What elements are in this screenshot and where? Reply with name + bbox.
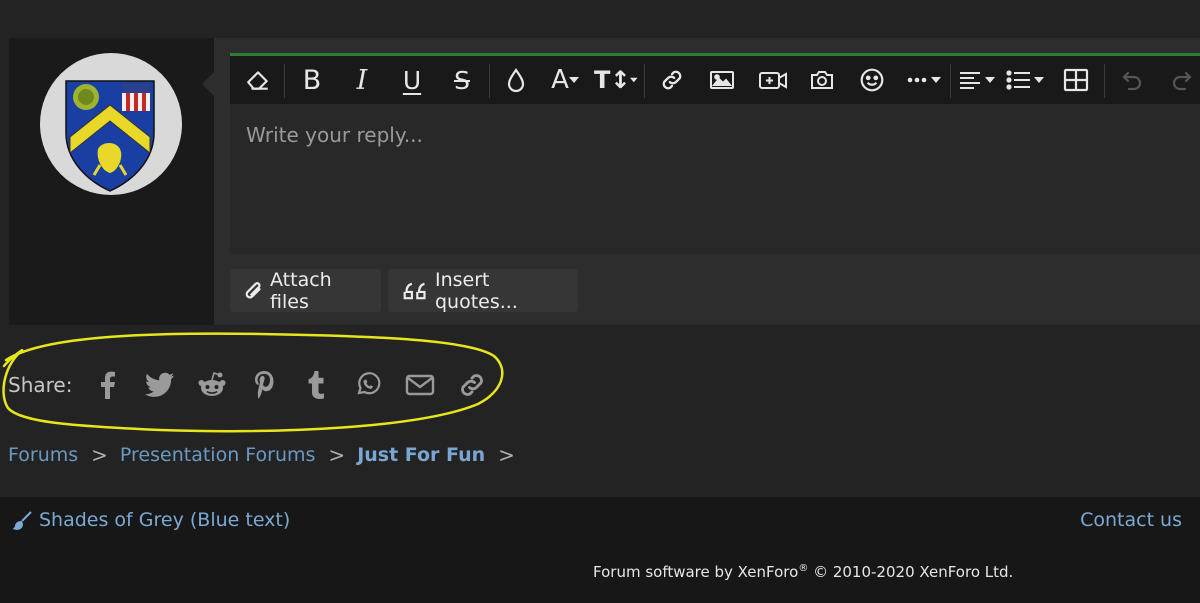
reddit-icon[interactable] — [186, 366, 238, 404]
attach-files-button[interactable]: Attach files — [230, 268, 381, 313]
pinterest-icon[interactable] — [238, 366, 290, 404]
underline-button[interactable]: U — [392, 56, 432, 104]
italic-label: I — [356, 64, 368, 96]
camera-icon[interactable] — [804, 56, 840, 104]
table-icon[interactable] — [1058, 56, 1094, 104]
contact-us-link[interactable]: Contact us — [1080, 509, 1182, 531]
toolbar-separator — [284, 64, 285, 98]
breadcrumb-item-presentation-forums[interactable]: Presentation Forums — [120, 444, 316, 466]
message-main: B I U S A T↕ Write your reply... Attach … — [214, 38, 1200, 325]
eraser-icon[interactable] — [240, 56, 276, 104]
font-size-icon: T↕ — [594, 66, 631, 94]
reply-textarea[interactable] — [230, 104, 1200, 254]
bold-label: B — [302, 64, 322, 96]
toolbar-separator — [644, 64, 645, 98]
toolbar-separator — [950, 64, 951, 98]
italic-button[interactable]: I — [342, 56, 382, 104]
list-icon[interactable] — [1004, 56, 1048, 104]
page-footer: Shades of Grey (Blue text) Contact us Fo… — [0, 497, 1200, 603]
insert-quotes-button[interactable]: Insert quotes... — [388, 268, 578, 313]
font-family-button[interactable]: A — [543, 56, 587, 104]
twitter-icon[interactable] — [134, 366, 186, 404]
breadcrumb-item-forums[interactable]: Forums — [8, 444, 78, 466]
underline-label: U — [402, 65, 422, 95]
top-band — [0, 0, 1200, 38]
strikethrough-button[interactable]: S — [442, 56, 482, 104]
chevron-down-icon — [630, 77, 638, 83]
share-bar: Share: — [8, 366, 498, 404]
copyright-suffix: © 2010-2020 XenForo Ltd. — [808, 563, 1014, 581]
toolbar-separator — [1104, 64, 1105, 98]
breadcrumb: Forums > Presentation Forums > Just For … — [8, 440, 527, 470]
breadcrumb-item-just-for-fun[interactable]: Just For Fun — [357, 444, 485, 466]
align-left-icon[interactable] — [956, 56, 998, 104]
tumblr-icon[interactable] — [290, 366, 342, 404]
droplet-icon[interactable] — [498, 56, 534, 104]
reply-editor: B I U S A T↕ — [230, 53, 1200, 254]
bold-button[interactable]: B — [292, 56, 332, 104]
redo-icon[interactable] — [1164, 56, 1200, 104]
editor-toolbar: B I U S A T↕ — [230, 56, 1200, 104]
font-size-button[interactable]: T↕ — [594, 56, 638, 104]
message-user-column — [9, 38, 214, 325]
breadcrumb-separator: > — [498, 443, 515, 467]
link-icon[interactable] — [654, 56, 690, 104]
xenforo-link[interactable]: Forum software by XenForo — [593, 563, 798, 581]
facebook-icon[interactable] — [82, 366, 134, 404]
email-icon[interactable] — [394, 366, 446, 404]
undo-icon[interactable] — [1114, 56, 1150, 104]
video-plus-icon[interactable] — [754, 56, 792, 104]
share-label: Share: — [8, 373, 73, 397]
message-arrow — [202, 72, 214, 96]
ellipsis-icon[interactable] — [902, 56, 946, 104]
chevron-down-icon — [568, 77, 579, 83]
paperclip-icon — [245, 281, 261, 298]
whatsapp-icon[interactable] — [342, 366, 394, 404]
link-icon[interactable] — [446, 366, 498, 404]
insert-quotes-label: Insert quotes... — [434, 268, 518, 313]
smile-icon[interactable] — [854, 56, 890, 104]
copyright-text: Forum software by XenForo® © 2010-2020 X… — [593, 563, 1013, 581]
toolbar-separator — [489, 64, 490, 98]
image-icon[interactable] — [704, 56, 740, 104]
registered-mark: ® — [798, 563, 809, 574]
font-family-label: A — [551, 65, 569, 95]
style-chooser-label: Shades of Grey (Blue text) — [39, 509, 291, 531]
breadcrumb-separator: > — [328, 443, 346, 467]
breadcrumb-separator: > — [91, 443, 108, 467]
attach-files-label: Attach files — [270, 268, 332, 313]
strikethrough-label: S — [454, 65, 470, 95]
avatar[interactable] — [40, 53, 182, 195]
quote-icon — [403, 282, 426, 299]
paintbrush-icon — [13, 511, 32, 530]
style-chooser-link[interactable]: Shades of Grey (Blue text) — [13, 509, 290, 531]
